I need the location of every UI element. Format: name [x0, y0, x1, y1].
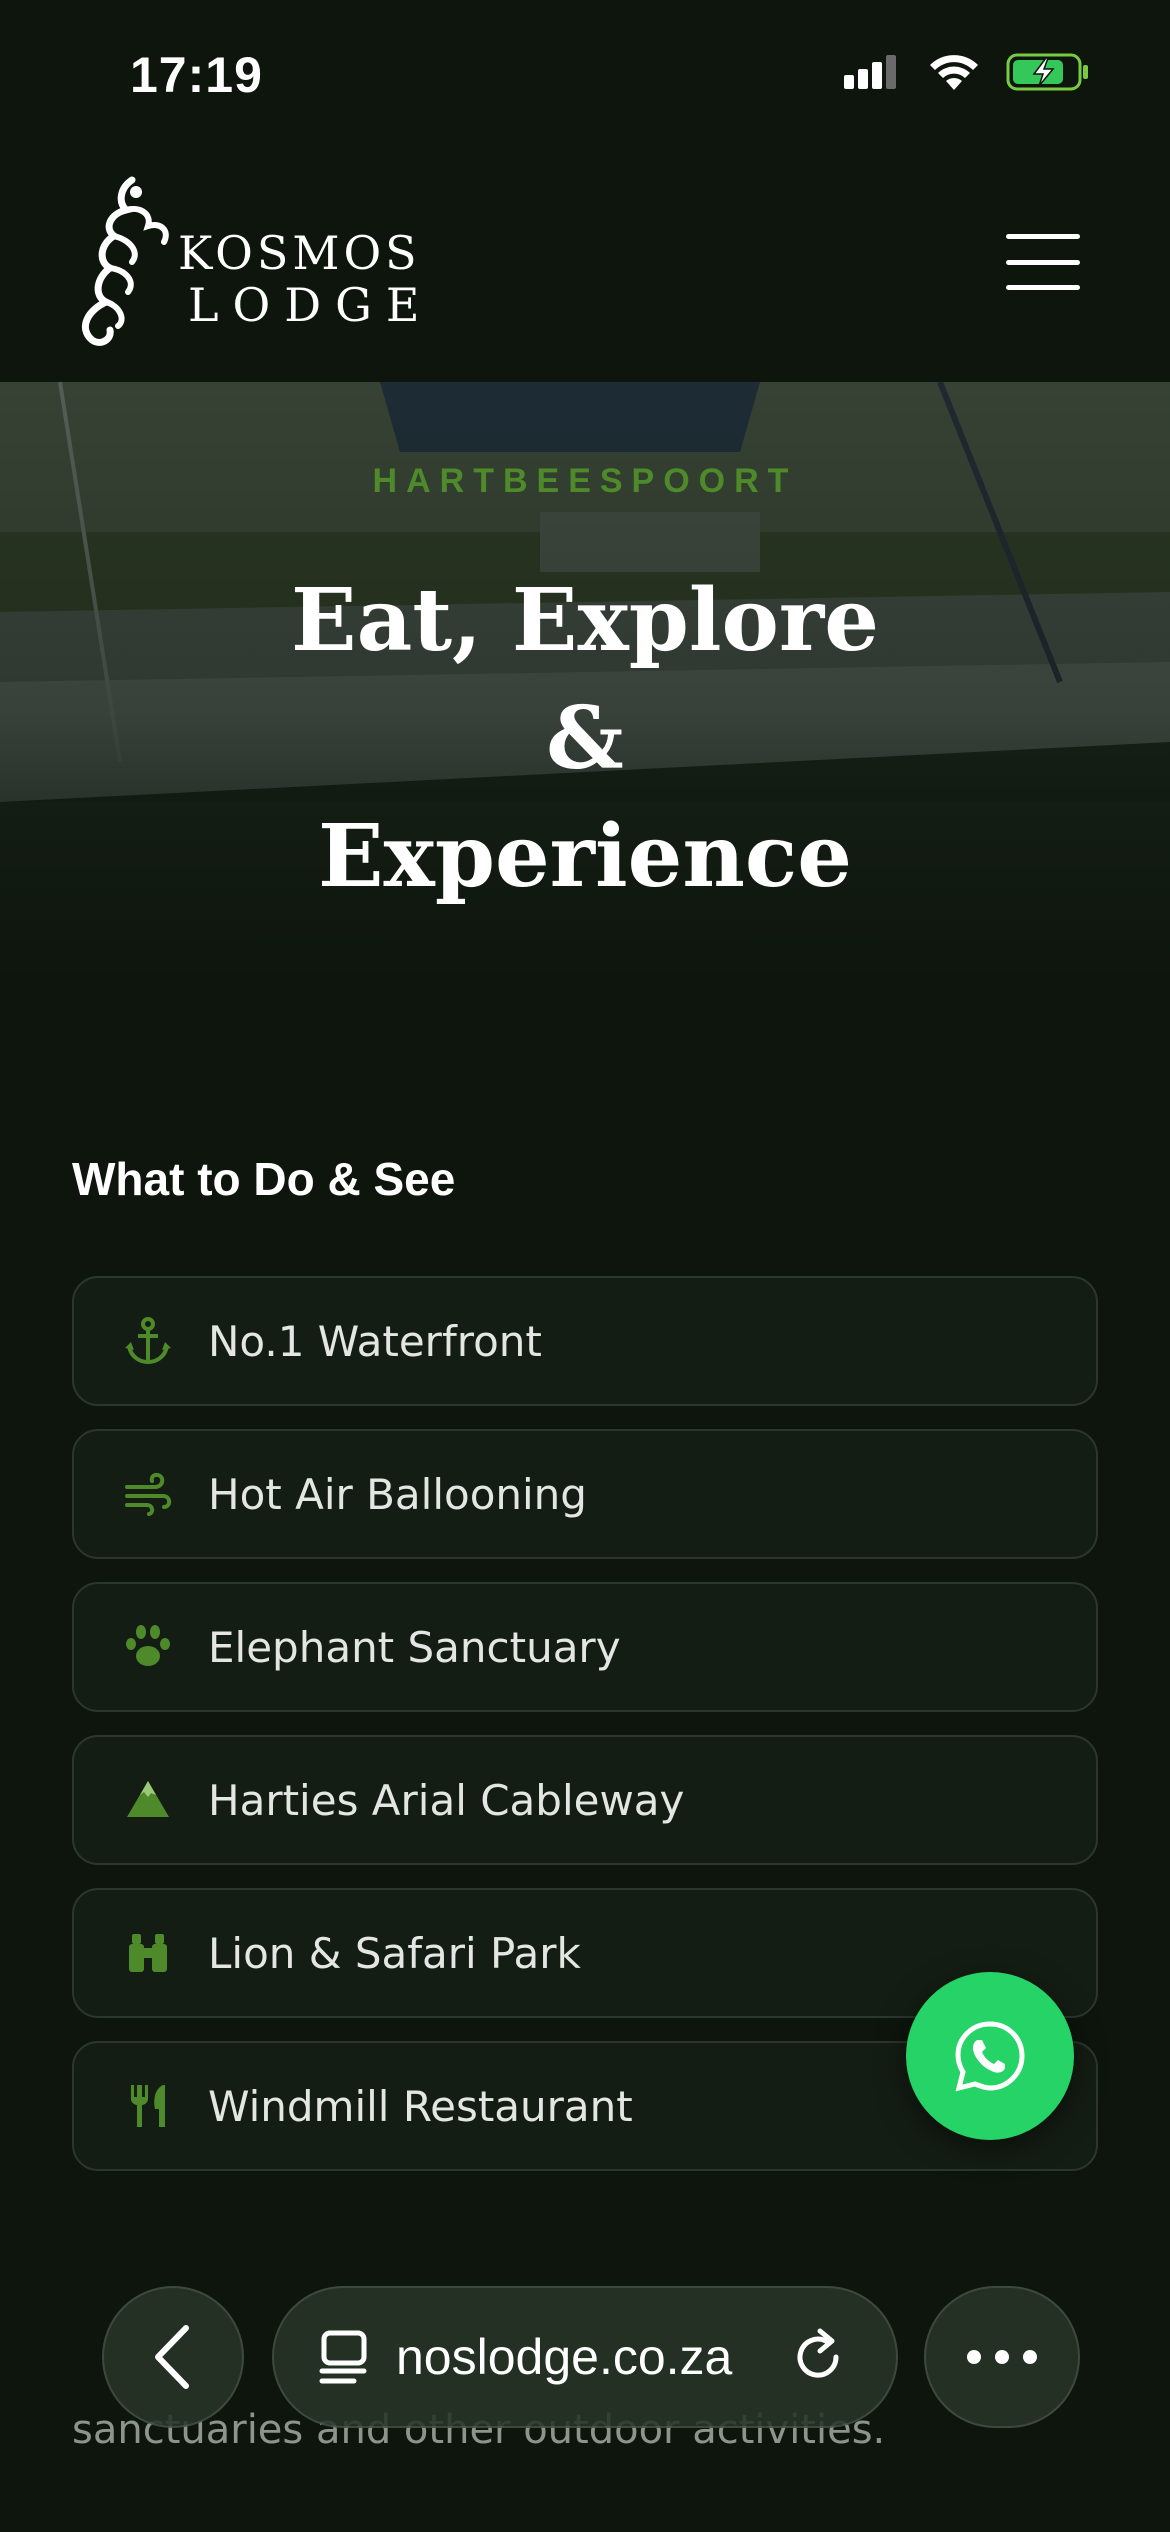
activity-label: Elephant Sanctuary [208, 1622, 621, 1672]
section-title: What to Do & See [72, 1153, 456, 1205]
browser-more-button[interactable] [924, 2286, 1080, 2428]
browser-url-bar[interactable]: noslodge.co.za [272, 2286, 898, 2428]
activity-label: Windmill Restaurant [208, 2081, 633, 2131]
status-bar: 17:19 [0, 0, 1170, 150]
logo-line-1: KOSMOS [178, 226, 421, 280]
more-dot-icon [967, 2350, 981, 2364]
hamburger-menu-icon[interactable] [1006, 234, 1080, 290]
hero-banner: HARTBEESPOORT Eat, Explore & Experience [0, 382, 1170, 982]
hero-title: Eat, Explore & Experience [0, 562, 1170, 916]
more-dot-icon [1023, 2350, 1037, 2364]
whatsapp-button[interactable] [906, 1972, 1074, 2140]
logo-wordmark: KOSMOS LODGE [178, 230, 433, 328]
anchor-icon [118, 1311, 178, 1371]
utensils-icon [118, 2076, 178, 2136]
more-dot-icon [995, 2350, 1009, 2364]
binoculars-icon [118, 1923, 178, 1983]
status-icons [842, 52, 1090, 92]
activity-item-cableway[interactable]: Harties Arial Cableway [72, 1735, 1098, 1865]
mountain-icon [118, 1770, 178, 1830]
status-time: 17:19 [130, 47, 263, 103]
hero-location-label: HARTBEESPOORT [372, 462, 798, 500]
lizard-logo-icon [82, 176, 169, 346]
whatsapp-icon [955, 2021, 1025, 2092]
hero-title-text: Eat, Explore & Experience [291, 570, 879, 907]
activity-label: Harties Arial Cableway [208, 1775, 685, 1825]
browser-back-button[interactable] [102, 2286, 244, 2428]
site-header: KOSMOS LODGE [0, 150, 1170, 382]
reload-icon[interactable] [786, 2325, 850, 2389]
battery-charging-icon [1006, 53, 1088, 91]
activity-label: No.1 Waterfront [208, 1316, 542, 1366]
activity-label: Hot Air Ballooning [208, 1469, 587, 1519]
kosmos-lodge-logo[interactable]: KOSMOS LODGE [70, 170, 419, 360]
activity-item-ballooning[interactable]: Hot Air Ballooning [72, 1429, 1098, 1559]
chevron-left-icon [155, 2325, 189, 2389]
url-text: noslodge.co.za [396, 2329, 733, 2385]
paw-icon [118, 1617, 178, 1677]
activity-item-elephant-sanctuary[interactable]: Elephant Sanctuary [72, 1582, 1098, 1712]
logo-line-2: LODGE [188, 278, 434, 332]
activity-item-waterfront[interactable]: No.1 Waterfront [72, 1276, 1098, 1406]
wind-icon [118, 1464, 178, 1524]
wifi-icon [930, 55, 978, 90]
activity-label: Lion & Safari Park [208, 1928, 581, 1978]
signal-icon [844, 55, 896, 89]
page-menu-icon [319, 2330, 367, 2384]
